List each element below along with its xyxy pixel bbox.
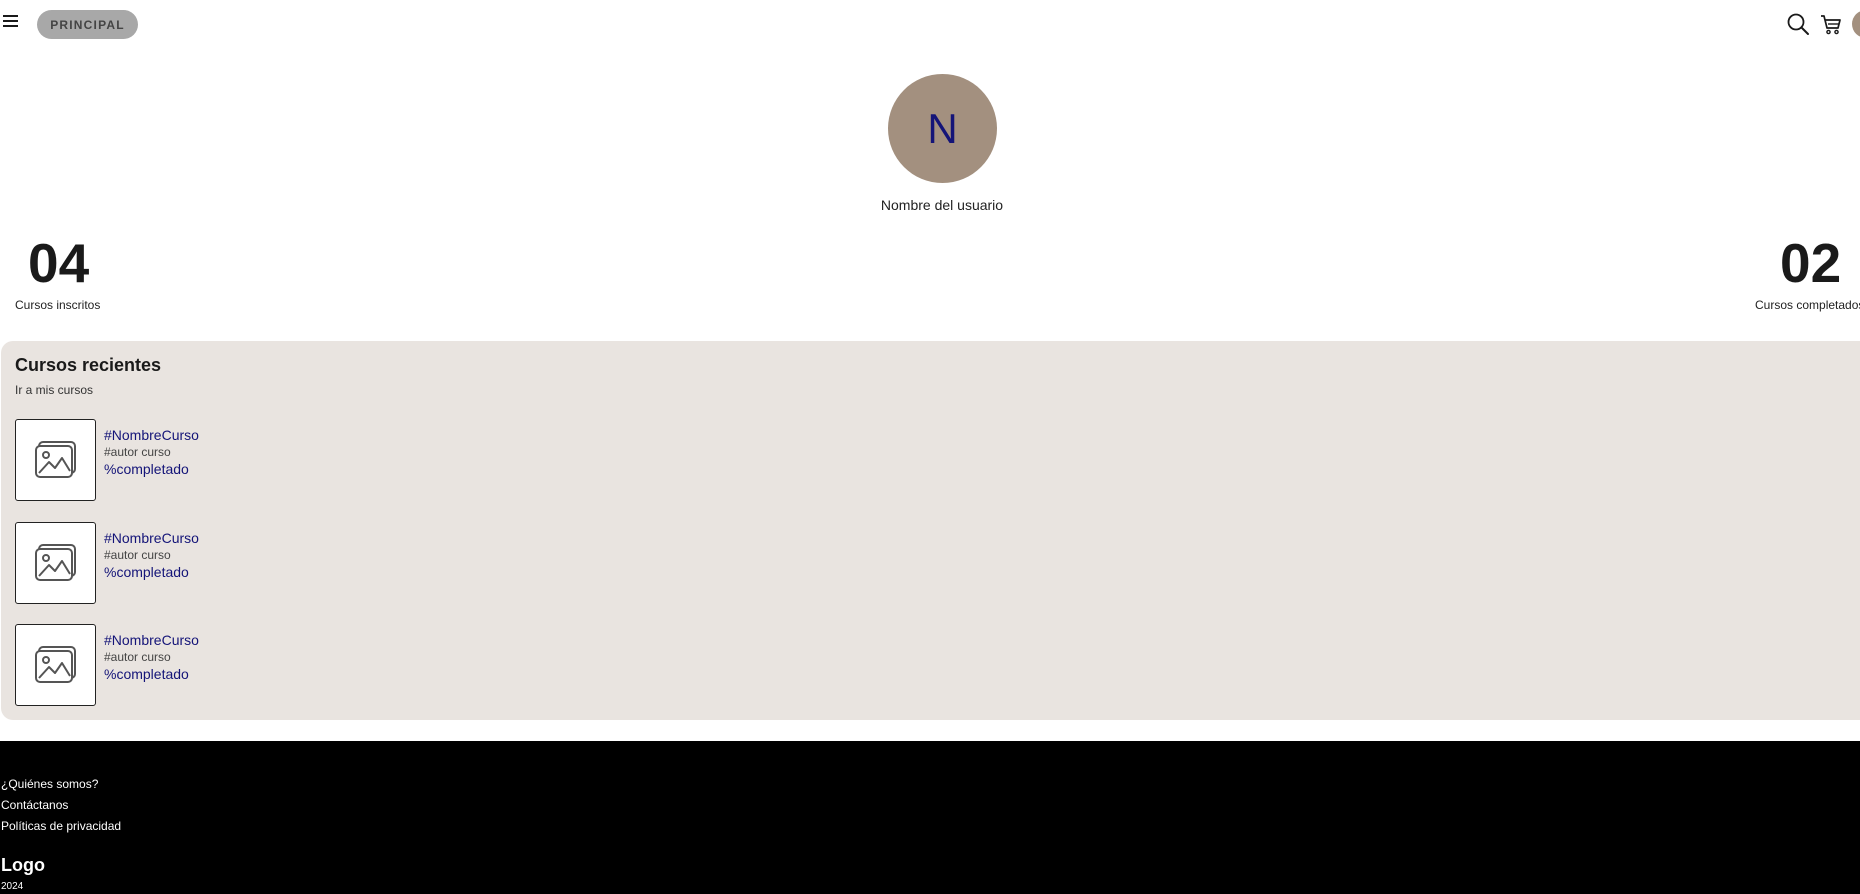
enrolled-label: Cursos inscritos: [15, 298, 101, 312]
course-name: #NombreCurso: [104, 632, 199, 648]
course-thumbnail: [15, 419, 96, 501]
course-progress: %completado: [104, 564, 189, 580]
user-avatar-button[interactable]: [1852, 10, 1860, 38]
image-placeholder-icon: [34, 544, 76, 581]
course-progress: %completado: [104, 461, 189, 477]
course-name: #NombreCurso: [104, 427, 199, 443]
footer-link-about[interactable]: ¿Quiénes somos?: [1, 777, 98, 791]
my-courses-link[interactable]: Ir a mis cursos: [15, 383, 93, 397]
footer-logo: Logo: [1, 855, 45, 875]
image-placeholder-icon: [34, 646, 76, 683]
nav-principal-button[interactable]: PRINCIPAL: [37, 10, 138, 39]
user-name: Nombre del usuario: [880, 197, 1004, 213]
avatar-initial: N: [927, 104, 958, 152]
recent-courses-title: Cursos recientes: [15, 355, 162, 375]
course-author: #autor curso: [104, 445, 171, 459]
course-author: #autor curso: [104, 548, 171, 562]
course-thumbnail: [15, 522, 96, 604]
enrolled-count: 04: [28, 232, 90, 294]
footer-link-contact[interactable]: Contáctanos: [1, 798, 68, 812]
footer-year: 2024: [1, 881, 24, 892]
image-placeholder-icon: [34, 441, 76, 478]
course-card[interactable]: #NombreCurso #autor curso %completado: [15, 522, 415, 604]
course-thumbnail: [15, 624, 96, 706]
cart-icon[interactable]: [1819, 12, 1843, 36]
search-icon[interactable]: [1786, 12, 1810, 36]
completed-label: Cursos completados: [1755, 298, 1860, 312]
footer-link-privacy[interactable]: Políticas de privacidad: [1, 819, 121, 833]
menu-icon[interactable]: [3, 13, 21, 31]
course-card[interactable]: #NombreCurso #autor curso %completado: [15, 419, 415, 501]
avatar: N: [888, 74, 997, 183]
completed-count: 02: [1780, 232, 1842, 294]
top-bar: PRINCIPAL: [0, 0, 1860, 48]
recent-courses-panel: Cursos recientes Ir a mis cursos #Nombre…: [1, 341, 1860, 720]
course-progress: %completado: [104, 666, 189, 682]
course-author: #autor curso: [104, 650, 171, 664]
footer: ¿Quiénes somos? Contáctanos Políticas de…: [0, 741, 1860, 894]
course-name: #NombreCurso: [104, 530, 199, 546]
course-card[interactable]: #NombreCurso #autor curso %completado: [15, 624, 415, 706]
